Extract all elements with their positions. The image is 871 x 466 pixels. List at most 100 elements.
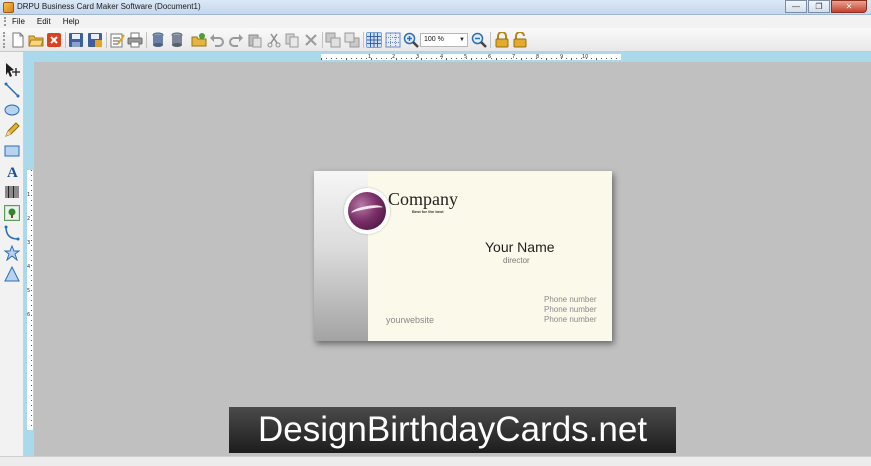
- ruler-tick: [386, 58, 387, 59]
- pencil-icon[interactable]: [4, 122, 20, 138]
- hruler-label: 4: [440, 54, 444, 60]
- ruler-tick: [31, 295, 32, 296]
- phone-number[interactable]: Phone number: [544, 295, 596, 304]
- zoom-out-icon[interactable]: [471, 32, 487, 48]
- ruler-tick: [461, 58, 462, 59]
- lock-icon[interactable]: [494, 31, 510, 48]
- bring-front-icon[interactable]: [325, 32, 341, 48]
- grid-icon[interactable]: [366, 32, 382, 48]
- pointer-move-icon[interactable]: [4, 62, 20, 78]
- save-icon[interactable]: [68, 32, 84, 48]
- send-back-icon[interactable]: [344, 32, 360, 48]
- curve-icon[interactable]: [4, 225, 20, 241]
- open-folder-icon[interactable]: [191, 32, 207, 48]
- phone-number[interactable]: Phone number: [544, 315, 596, 324]
- ruler-tick: [576, 58, 577, 59]
- company-tagline[interactable]: Best for the best: [412, 209, 444, 214]
- star-icon[interactable]: [4, 245, 20, 261]
- menu-help[interactable]: Help: [63, 17, 79, 26]
- ruler-tick: [31, 350, 32, 351]
- ruler-tick: [31, 185, 32, 186]
- close-doc-icon[interactable]: [46, 32, 62, 48]
- ruler-tick: [31, 225, 32, 226]
- person-title[interactable]: director: [503, 256, 530, 265]
- restore-button[interactable]: ❐: [808, 0, 830, 13]
- image-icon[interactable]: [4, 205, 20, 221]
- zoom-in-icon[interactable]: [403, 32, 419, 48]
- rectangle-icon[interactable]: [4, 143, 20, 159]
- business-card[interactable]: Company Best for the best Your Name dire…: [314, 171, 612, 341]
- vruler-label: 5: [27, 288, 31, 294]
- text-icon[interactable]: A: [4, 163, 20, 179]
- database-export-icon[interactable]: [169, 32, 185, 48]
- ruler-tick: [31, 375, 32, 376]
- ruler-tick: [31, 270, 32, 271]
- zoom-select[interactable]: 100 % ▼: [420, 33, 468, 47]
- hruler-label: 8: [536, 54, 540, 60]
- toolbar-separator: [106, 32, 107, 48]
- ruler-tick: [516, 58, 517, 59]
- ruler-tick: [451, 58, 452, 59]
- ellipse-icon[interactable]: [4, 102, 20, 118]
- snap-icon[interactable]: [385, 32, 401, 48]
- ruler-tick: [31, 380, 32, 381]
- cut-icon[interactable]: [266, 32, 282, 48]
- ruler-tick: [31, 420, 32, 421]
- menu-edit[interactable]: Edit: [37, 17, 51, 26]
- ruler-tick: [31, 405, 32, 406]
- copy-icon[interactable]: [284, 32, 300, 48]
- paste-icon[interactable]: [247, 32, 263, 48]
- phone-number[interactable]: Phone number: [544, 305, 596, 314]
- ruler-tick: [31, 200, 32, 201]
- drawing-tools-panel: A: [0, 52, 24, 466]
- ruler-tick: [336, 58, 337, 59]
- unlock-icon[interactable]: [512, 31, 528, 48]
- toolbar-grip: [3, 32, 6, 48]
- watermark-banner: DesignBirthdayCards.net: [229, 407, 676, 453]
- redo-icon[interactable]: [228, 32, 244, 48]
- ruler-tick: [31, 235, 32, 236]
- ruler-tick: [326, 58, 327, 59]
- minimize-button[interactable]: —: [785, 0, 807, 13]
- ruler-tick: [356, 58, 357, 59]
- logo-sphere-icon: [348, 192, 386, 230]
- ruler-tick: [31, 335, 32, 336]
- triangle-icon[interactable]: [4, 266, 20, 282]
- ruler-tick: [561, 58, 562, 59]
- new-icon[interactable]: [10, 32, 26, 48]
- open-icon[interactable]: [28, 32, 44, 48]
- ruler-tick: [341, 58, 342, 59]
- vruler-label: 4: [27, 264, 31, 270]
- company-logo[interactable]: [344, 188, 390, 234]
- ruler-tick: [481, 58, 482, 59]
- ruler-tick: [31, 385, 32, 386]
- undo-icon[interactable]: [209, 32, 225, 48]
- menu-bar: File Edit Help: [0, 15, 871, 28]
- barcode-icon[interactable]: [4, 184, 20, 200]
- ruler-tick: [531, 58, 532, 59]
- person-name[interactable]: Your Name: [485, 239, 555, 255]
- ruler-tick: [566, 58, 567, 59]
- print-icon[interactable]: [127, 32, 143, 48]
- company-name[interactable]: Company: [388, 189, 458, 210]
- ruler-tick: [346, 58, 347, 60]
- ruler-tick: [31, 275, 32, 276]
- ruler-tick: [501, 58, 502, 59]
- line-icon[interactable]: [4, 82, 20, 98]
- ruler-tick: [526, 58, 527, 59]
- database-icon[interactable]: [150, 32, 166, 48]
- window-title: DRPU Business Card Maker Software (Docum…: [17, 2, 201, 11]
- properties-icon[interactable]: [109, 32, 125, 48]
- ruler-tick: [351, 58, 352, 59]
- delete-icon[interactable]: [303, 32, 319, 48]
- ruler-tick: [31, 190, 32, 191]
- save-as-icon[interactable]: [87, 32, 103, 48]
- menu-file[interactable]: File: [12, 17, 25, 26]
- close-button[interactable]: ✕: [831, 0, 867, 13]
- ruler-tick: [586, 58, 587, 59]
- vruler-label: 6: [27, 312, 31, 318]
- ruler-tick: [31, 360, 32, 361]
- website-text[interactable]: yourwebsite: [386, 315, 434, 325]
- ruler-tick: [31, 355, 32, 356]
- ruler-tick: [436, 58, 437, 59]
